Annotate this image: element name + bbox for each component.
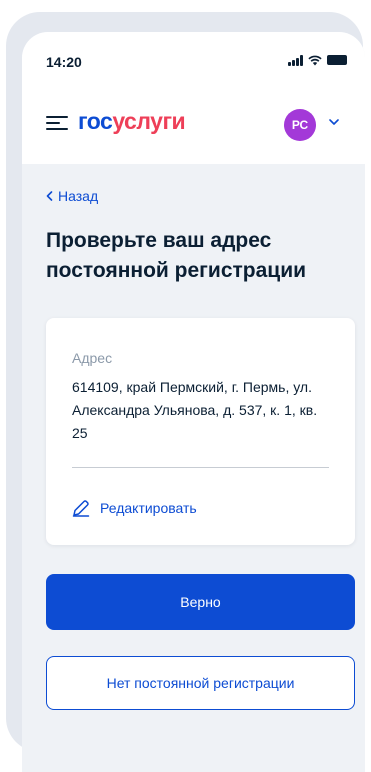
app-header: госуслуги РС bbox=[22, 88, 365, 164]
page-title: Проверьте ваш адрес постоянной регистрац… bbox=[46, 229, 307, 282]
battery-icon bbox=[327, 55, 347, 65]
no-registration-button[interactable]: Нет постоянной регистрации bbox=[46, 656, 355, 710]
gosuslugi-logo[interactable]: госуслуги bbox=[78, 108, 186, 135]
card-divider bbox=[72, 467, 329, 468]
logo-part-uslugi: услуги bbox=[112, 108, 186, 134]
signal-icon bbox=[288, 55, 303, 66]
status-bar: 14:20 bbox=[22, 32, 365, 88]
pencil-icon bbox=[72, 500, 90, 517]
address-value: 614109, край Пермский, г. Пермь, ул. Але… bbox=[72, 379, 318, 441]
app-screen: 14:20 госуслуги РС Назад Проверьте ваш а… bbox=[22, 32, 365, 772]
menu-icon[interactable] bbox=[46, 116, 68, 130]
edit-label: Редактировать bbox=[100, 500, 197, 516]
back-label: Назад bbox=[58, 188, 99, 204]
confirm-button[interactable]: Верно bbox=[46, 574, 355, 630]
chevron-left-icon bbox=[46, 191, 53, 201]
chevron-down-icon[interactable] bbox=[329, 118, 339, 126]
address-card: Адрес 614109, край Пермский, г. Пермь, у… bbox=[46, 318, 355, 545]
phone-frame: 14:20 госуслуги РС Назад Проверьте ваш а… bbox=[6, 12, 365, 772]
edit-address-link[interactable]: Редактировать bbox=[72, 499, 197, 517]
status-icons bbox=[288, 54, 347, 66]
status-time: 14:20 bbox=[46, 54, 82, 70]
logo-part-gos: гос bbox=[78, 108, 113, 134]
wifi-icon bbox=[308, 55, 322, 66]
back-link[interactable]: Назад bbox=[46, 188, 98, 204]
avatar[interactable]: РС bbox=[284, 109, 316, 141]
address-label: Адрес bbox=[72, 350, 113, 366]
